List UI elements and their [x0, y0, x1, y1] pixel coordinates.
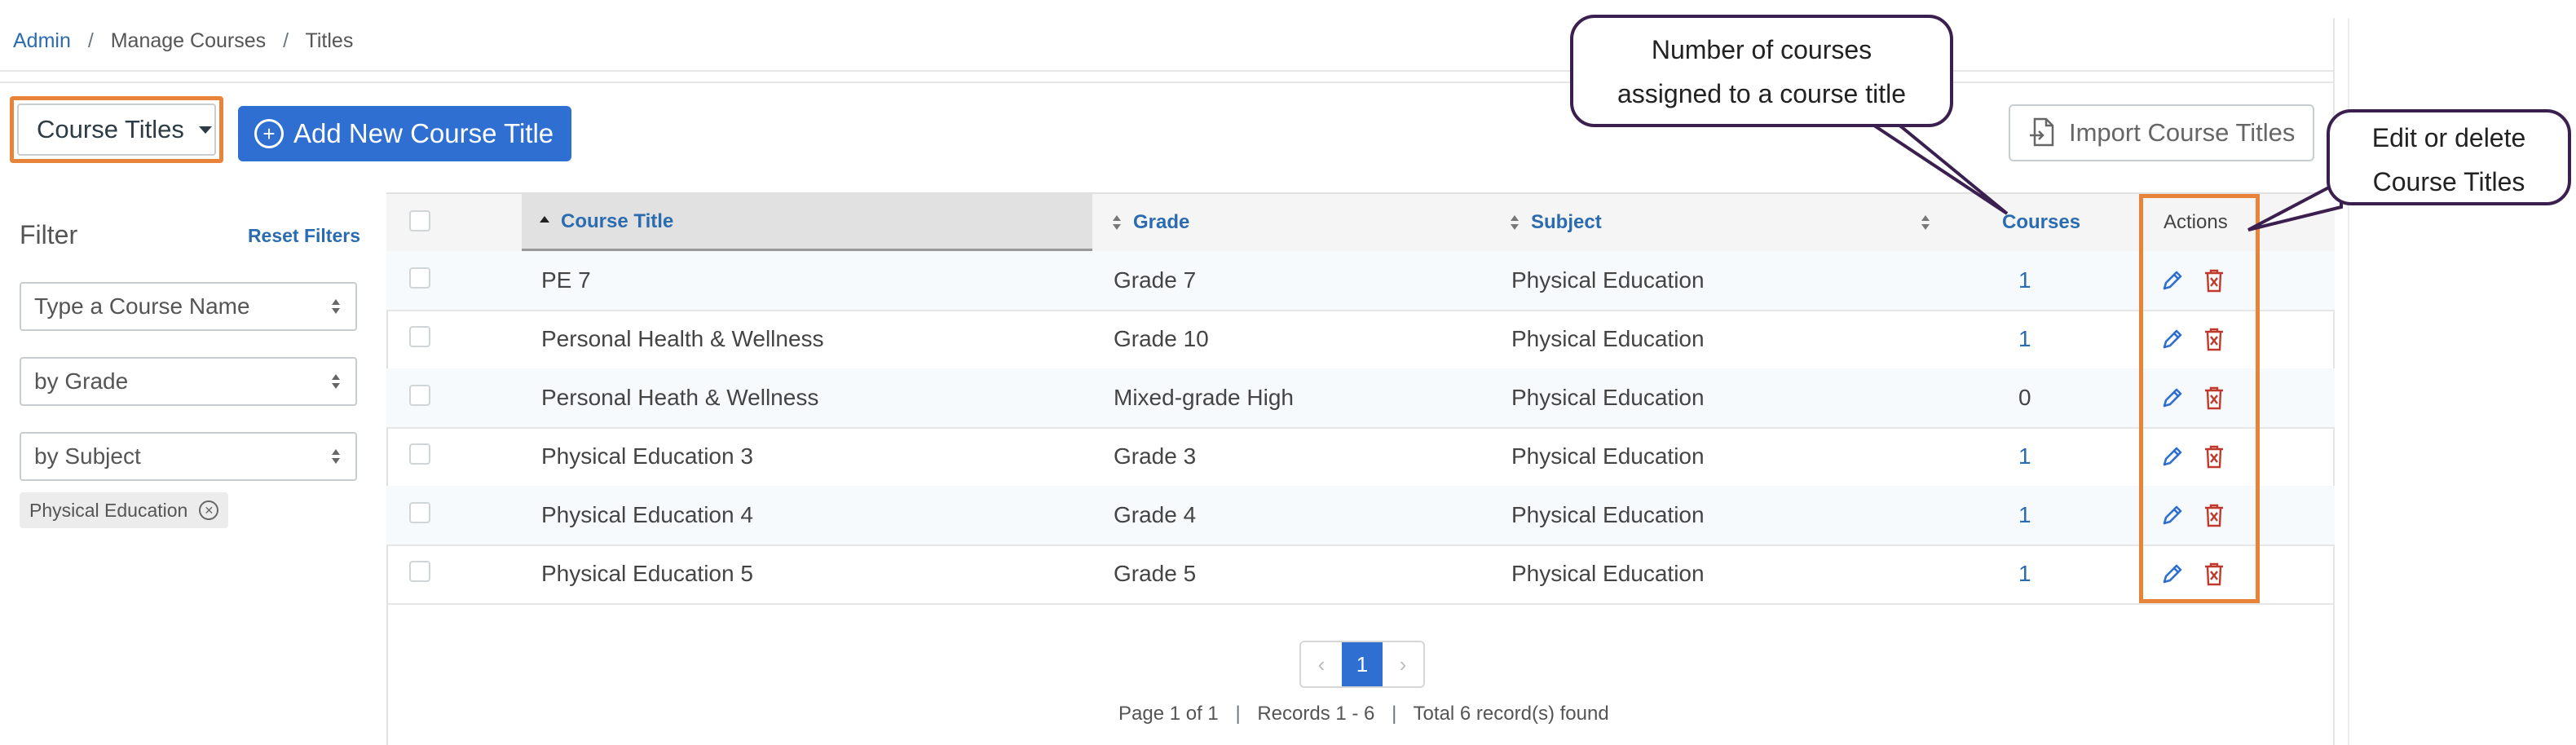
- callout-actions-line1: Edit or delete: [2371, 123, 2526, 152]
- callout-courses-line1: Number of courses: [1651, 35, 1872, 64]
- callout-pointers: [1866, 122, 2343, 231]
- callout-actions-line2: Course Titles: [2372, 167, 2525, 196]
- callout-actions: Edit or delete Course Titles: [2327, 109, 2571, 205]
- callout-courses: Number of courses assigned to a course t…: [1570, 15, 1953, 127]
- callout-pointer-courses: [1866, 122, 2009, 215]
- callout-courses-line2: assigned to a course title: [1617, 79, 1906, 108]
